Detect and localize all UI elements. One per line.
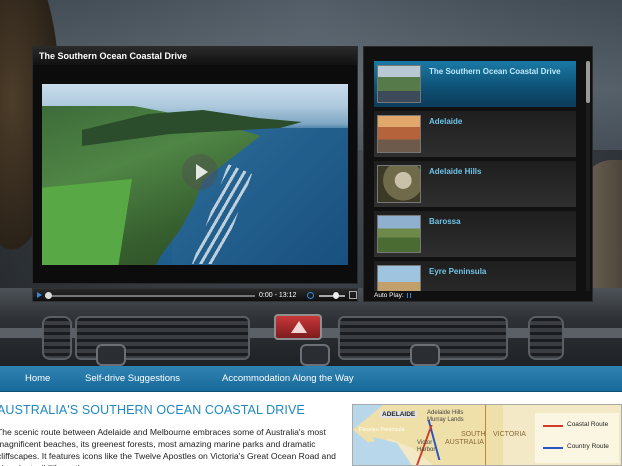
main-nav: Home Self-drive Suggestions Accommodatio… xyxy=(0,366,622,392)
playlist-list: The Southern Ocean Coastal Drive Adelaid… xyxy=(374,61,580,291)
play-overlay-icon[interactable] xyxy=(182,154,218,190)
video-player: The Southern Ocean Coastal Drive xyxy=(32,46,358,284)
city-skyline-thumbnail xyxy=(377,115,421,153)
playlist-scrollbar[interactable] xyxy=(586,61,590,291)
nav-accommodation[interactable]: Accommodation Along the Way xyxy=(222,366,354,392)
autoplay-toggle[interactable]: Auto Play: xyxy=(374,292,412,299)
dash-knob xyxy=(300,344,330,366)
coastal-line-swatch xyxy=(543,425,563,427)
playlist-item-label: Barossa xyxy=(429,217,461,226)
map-legend: Coastal Route Country Route xyxy=(535,413,619,463)
side-vent-right xyxy=(528,316,564,360)
video-controls: 0:00 - 13:12 xyxy=(32,288,358,302)
side-vent-left xyxy=(42,316,72,360)
green-field xyxy=(42,179,132,265)
video-title: The Southern Ocean Coastal Drive xyxy=(33,47,357,65)
playlist-item[interactable]: The Southern Ocean Coastal Drive xyxy=(374,61,576,107)
loop-icon[interactable] xyxy=(307,292,314,299)
autoplay-label: Auto Play: xyxy=(374,292,404,299)
volume-slider[interactable] xyxy=(319,295,345,297)
legend-coastal-label: Coastal Route xyxy=(567,421,609,428)
nav-self-drive-suggestions[interactable]: Self-drive Suggestions xyxy=(85,366,180,392)
hazard-button-icon xyxy=(274,314,322,340)
map-label-adelaide: ADELAIDE xyxy=(380,411,418,418)
pause-icon[interactable] xyxy=(407,292,412,298)
scrollbar-thumb[interactable] xyxy=(586,61,590,103)
playlist-panel: The Southern Ocean Coastal Drive Adelaid… xyxy=(363,46,593,302)
vineyard-thumbnail xyxy=(377,215,421,253)
playlist-item[interactable]: Barossa xyxy=(374,211,576,257)
seek-bar[interactable] xyxy=(45,295,255,297)
map-label-hills: Adelaide Hills xyxy=(427,410,464,416)
time-display: 0:00 - 13:12 xyxy=(259,292,297,299)
koala-thumbnail xyxy=(377,165,421,203)
map-label-victor-harbor: Victor Harbor xyxy=(417,440,436,453)
nav-home[interactable]: Home xyxy=(25,366,50,392)
map-label-victoria: VICTORIA xyxy=(493,431,526,438)
legend-country-label: Country Route xyxy=(567,443,609,450)
dash-knob xyxy=(410,344,440,366)
video-frame[interactable] xyxy=(42,84,348,265)
playlist-item-label: The Southern Ocean Coastal Drive xyxy=(429,67,561,76)
volume-handle[interactable] xyxy=(333,292,339,299)
playlist-item-label: Adelaide xyxy=(429,117,463,126)
dash-knob xyxy=(96,344,126,366)
playlist-item[interactable]: Adelaide xyxy=(374,111,576,157)
play-icon[interactable] xyxy=(37,292,42,298)
fullscreen-icon[interactable] xyxy=(349,291,357,299)
playlist-item-label: Adelaide Hills xyxy=(429,167,482,176)
playlist-item-label: Eyre Peninsula xyxy=(429,267,487,276)
page-title: AUSTRALIA'S SOUTHERN OCEAN COASTAL DRIVE xyxy=(0,403,305,417)
map-label-murray: Murray Lands xyxy=(427,417,464,423)
coast-thumbnail xyxy=(377,265,421,291)
coastal-road-thumbnail xyxy=(377,65,421,103)
route-map[interactable]: ADELAIDE Adelaide Hills Murray Lands Fle… xyxy=(352,404,622,466)
playlist-item[interactable]: Adelaide Hills xyxy=(374,161,576,207)
seek-handle[interactable] xyxy=(45,292,52,299)
map-label-fleurieu: Fleurieu Peninsula xyxy=(359,427,405,433)
country-line-swatch xyxy=(543,447,563,449)
intro-paragraph: The scenic route between Adelaide and Me… xyxy=(0,427,336,466)
map-label-australia: AUSTRALIA xyxy=(445,439,484,446)
playlist-item[interactable]: Eyre Peninsula xyxy=(374,261,576,291)
map-label-south: SOUTH xyxy=(461,431,486,438)
